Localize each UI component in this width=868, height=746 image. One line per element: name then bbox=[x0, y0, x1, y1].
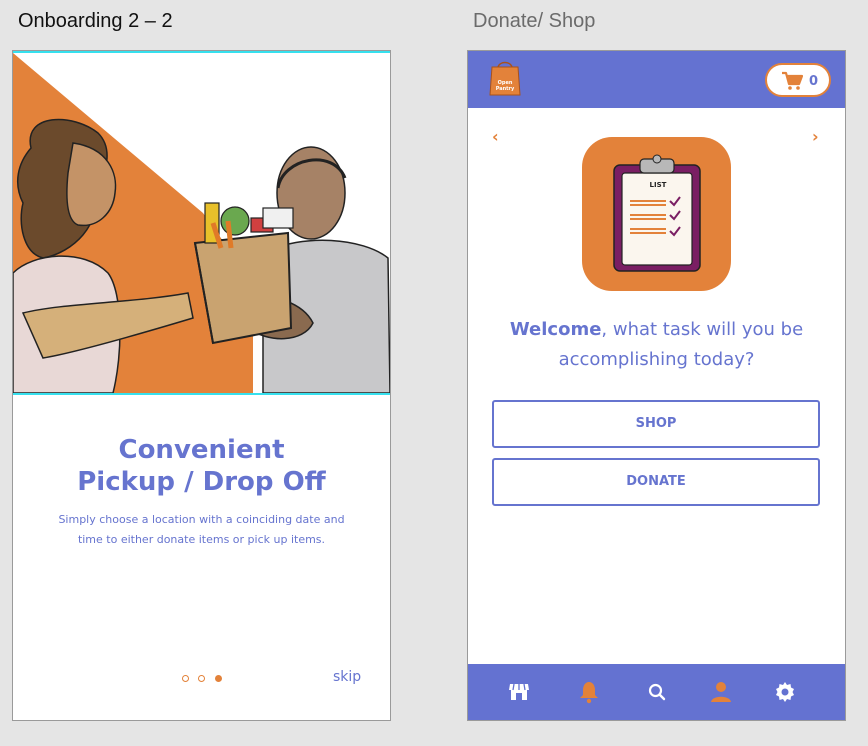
cart-icon bbox=[782, 71, 803, 90]
pagination-dot-3-active[interactable] bbox=[215, 675, 222, 682]
donate-shop-artboard: Open Pantry 0 ‹ › LIST Welcome, what tas… bbox=[467, 50, 846, 721]
store-icon[interactable] bbox=[507, 680, 531, 704]
settings-icon[interactable] bbox=[773, 680, 797, 704]
left-frame-title: Onboarding 2 – 2 bbox=[18, 10, 173, 32]
onboarding-title-line-1: Convenient bbox=[118, 435, 285, 465]
shop-button[interactable]: SHOP bbox=[492, 400, 820, 448]
bell-icon[interactable] bbox=[577, 680, 601, 704]
clipboard-list-icon: LIST bbox=[582, 137, 731, 291]
bottom-nav bbox=[468, 664, 845, 720]
skip-link[interactable]: skip bbox=[333, 669, 361, 685]
donate-button[interactable]: DONATE bbox=[492, 458, 820, 506]
hero-icon-text: LIST bbox=[650, 181, 667, 189]
cart-button[interactable]: 0 bbox=[765, 63, 831, 97]
profile-icon[interactable] bbox=[709, 680, 733, 704]
onboarding-artboard: Convenient Pickup / Drop Off Simply choo… bbox=[12, 50, 391, 721]
right-frame-title: Donate/ Shop bbox=[473, 10, 596, 32]
chevron-right-icon[interactable]: › bbox=[812, 127, 819, 146]
logo-text-2: Pantry bbox=[496, 86, 515, 92]
pagination-dot-1[interactable] bbox=[182, 675, 189, 682]
welcome-bold: Welcome bbox=[509, 319, 602, 340]
open-pantry-logo-icon[interactable]: Open Pantry bbox=[488, 59, 522, 97]
welcome-message-line-1: Welcome, what task will you be bbox=[468, 319, 845, 340]
top-bar: Open Pantry 0 bbox=[468, 51, 845, 108]
chevron-left-icon[interactable]: ‹ bbox=[492, 127, 499, 146]
pagination-dot-2[interactable] bbox=[198, 675, 205, 682]
onboarding-description-line-1: Simply choose a location with a coincidi… bbox=[58, 513, 345, 526]
onboarding-title-line-2: Pickup / Drop Off bbox=[77, 467, 326, 497]
search-icon[interactable] bbox=[645, 680, 669, 704]
hero-illustration bbox=[13, 51, 390, 395]
cart-count-badge: 0 bbox=[809, 74, 819, 89]
welcome-rest: , what task will you be bbox=[601, 319, 804, 340]
welcome-message-line-2: accomplishing today? bbox=[558, 349, 755, 370]
onboarding-description-line-2: time to either donate items or pick up i… bbox=[77, 533, 326, 546]
